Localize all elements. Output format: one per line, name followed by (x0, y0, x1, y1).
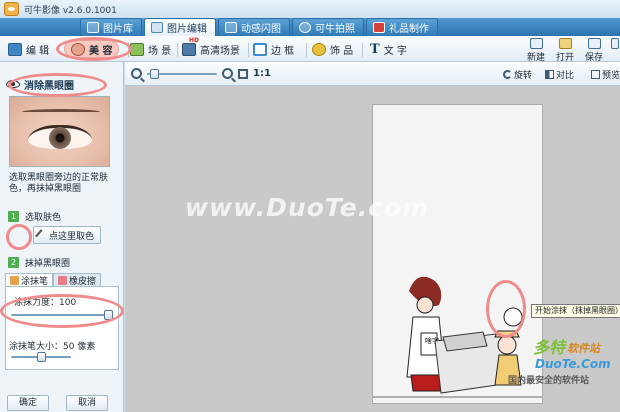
camera-icon (299, 22, 311, 33)
tab-camera[interactable]: 可牛拍照 (292, 18, 364, 36)
eye-shape (28, 125, 92, 149)
gift-icon (373, 22, 385, 33)
preview-button[interactable]: 预览 (591, 68, 620, 81)
watermark-brand-b: 软件站 (567, 342, 600, 355)
step-1: 1 选取肤色 (8, 210, 61, 223)
brush-icon (10, 275, 19, 285)
watermark-site: www.DuoTe.com (185, 193, 430, 222)
tool-beauty[interactable]: 美 容 (64, 40, 120, 58)
eye-icon (6, 80, 20, 88)
watermark-brand-site: DuoTe.Com (535, 357, 611, 371)
iris-shape (49, 127, 71, 149)
pick-color-button[interactable]: 点这里取色 (33, 226, 101, 244)
step-2: 2 抹掉黑眼圈 (8, 256, 70, 269)
folder-icon (558, 38, 572, 49)
ratio-button[interactable]: 1:1 (253, 68, 271, 79)
zoom-bar: 1:1 旋转 对比 预览 (125, 62, 620, 86)
tab-eraser[interactable]: 橡皮擦 (53, 273, 102, 287)
zoom-slider[interactable] (147, 68, 217, 80)
new-button[interactable]: 新建 (522, 38, 550, 63)
open-button[interactable]: 打开 (551, 38, 579, 63)
more-button-icon[interactable] (610, 38, 620, 60)
fit-icon[interactable] (238, 69, 248, 79)
toolbar-divider (128, 43, 129, 57)
window-title: 可牛影像 v2.6.0.1001 (24, 6, 117, 16)
step-2-label: 抹掉黑眼圈 (25, 259, 71, 269)
photo-edit-icon (151, 22, 163, 33)
step-1-number: 1 (8, 211, 19, 222)
eye-preview-image (9, 96, 110, 167)
toolbar-divider (248, 43, 249, 57)
accessory-icon (312, 42, 326, 56)
toolbar-divider (362, 43, 363, 57)
brush-size-slider[interactable] (11, 351, 71, 363)
animation-icon (225, 22, 237, 33)
toolbar-divider (306, 43, 307, 57)
eyedropper-icon (35, 228, 48, 242)
tool-scene[interactable]: 场 景 (130, 40, 171, 58)
compare-button[interactable]: 对比 (545, 68, 574, 81)
zoom-out-icon[interactable] (131, 68, 142, 79)
brush-tabs: 涂抹笔 橡皮擦 (5, 273, 119, 287)
share-icon (611, 38, 619, 49)
brush-size-slider-thumb[interactable] (36, 352, 46, 362)
photo-library-icon (87, 22, 99, 33)
zoom-slider-thumb[interactable] (150, 69, 160, 79)
zoom-in-icon[interactable] (222, 68, 233, 79)
strength-track (11, 314, 113, 316)
instruction-text: 选取黑眼圈旁边的正常肤色，再抹掉黑眼圈 (9, 173, 109, 194)
tab-smudge-brush[interactable]: 涂抹笔 (5, 273, 54, 287)
text-icon: T (370, 41, 380, 57)
tool-hd-scene[interactable]: HD 高清场景 (182, 37, 240, 58)
tab-photo-library[interactable]: 图片库 (80, 18, 142, 36)
strength-slider-thumb[interactable] (104, 310, 113, 320)
strength-label: 涂抹力度：100 (14, 298, 77, 308)
face-icon (71, 42, 85, 56)
panel-title: 消除黑眼圈 (6, 75, 106, 93)
rotate-button[interactable]: 旋转 (503, 68, 532, 81)
title-bar: 可牛影像 v2.6.0.1001 (0, 0, 620, 18)
tool-frame[interactable]: 边 框 (253, 40, 294, 58)
rotate-icon (503, 70, 512, 79)
watermark-slogan: 国内最安全的软件站 (508, 376, 590, 386)
step-2-number: 2 (8, 257, 19, 268)
tool-accessory[interactable]: 饰 品 (312, 40, 353, 58)
tab-photo-edit[interactable]: 图片编辑 (144, 18, 216, 36)
brush-tooltip: 开始涂抹（抹掉黑眼圈） (531, 304, 620, 318)
strength-slider[interactable] (11, 309, 113, 321)
tool-edit[interactable]: 编 辑 (8, 40, 49, 58)
toolbar-divider (177, 43, 178, 57)
step-1-label: 选取肤色 (25, 213, 62, 223)
tab-gift[interactable]: 礼品制作 (366, 18, 438, 36)
eraser-icon (58, 275, 68, 285)
app-logo-icon (4, 2, 19, 16)
hd-scene-icon: HD (182, 37, 199, 56)
save-button[interactable]: 保存 (580, 38, 608, 63)
new-file-icon (529, 38, 543, 49)
edit-icon (8, 42, 22, 56)
cartoon-illustration: 啥字 (373, 105, 542, 403)
eyebrow-shape (22, 109, 100, 115)
ok-button[interactable]: 确定 (7, 395, 49, 411)
frame-icon (253, 42, 267, 56)
preview-icon (591, 70, 600, 79)
tool-text[interactable]: T 文 字 (370, 40, 407, 58)
cancel-button[interactable]: 取消 (66, 395, 108, 411)
edited-photo[interactable]: 啥字 (372, 104, 543, 404)
main-toolbar: 编 辑 美 容 场 景 HD 高清场景 边 框 饰 品 T 文 字 新建 打开 … (0, 36, 620, 63)
brush-settings: 涂抹力度：100 涂抹笔大小：50 像素 (5, 286, 119, 370)
save-icon (587, 38, 601, 49)
watermark-brand-a: 多特 (533, 338, 566, 357)
top-tabs: 图片库 图片编辑 动感闪图 可牛拍照 礼品制作 (80, 18, 438, 36)
left-panel: 消除黑眼圈 选取黑眼圈旁边的正常肤色，再抹掉黑眼圈 1 选取肤色 点这里取色 2… (0, 62, 124, 412)
scene-icon (130, 42, 144, 56)
tab-animated-gif[interactable]: 动感闪图 (218, 18, 290, 36)
hd-badge: HD (189, 36, 200, 44)
compare-icon (545, 70, 554, 79)
